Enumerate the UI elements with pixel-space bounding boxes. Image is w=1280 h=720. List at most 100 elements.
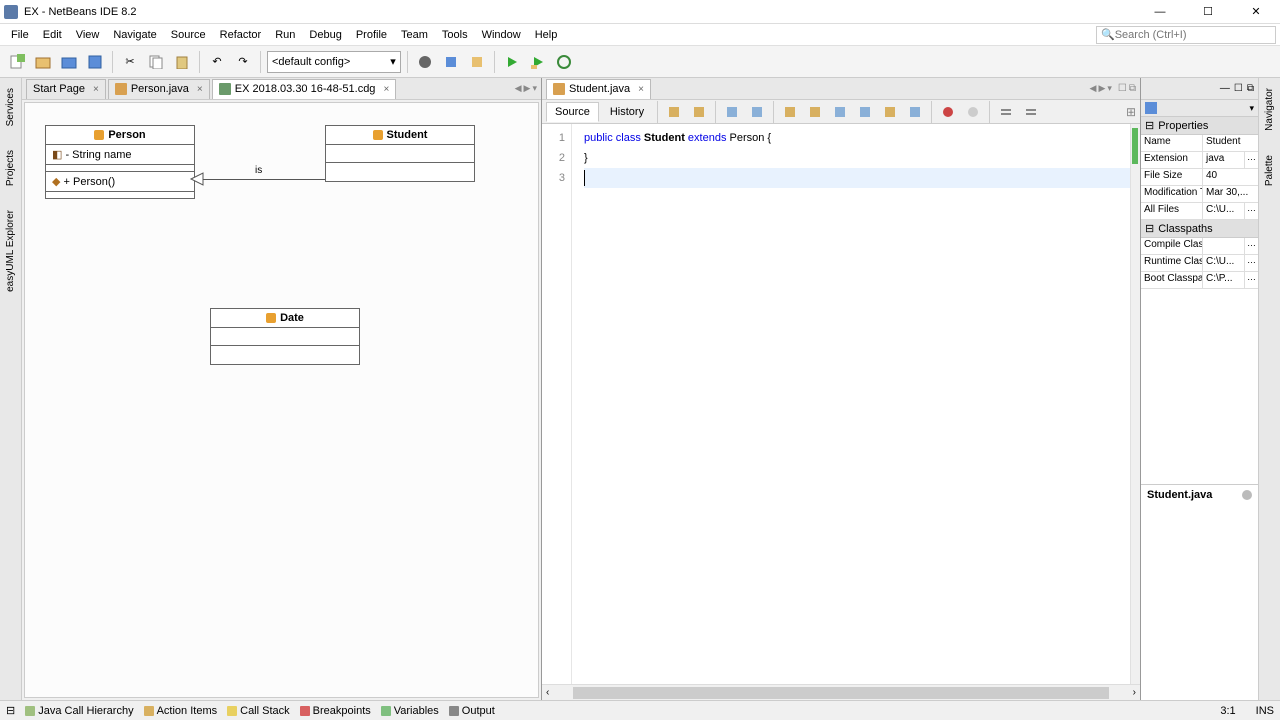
panel-close-icon[interactable]: ⧉ [1247, 83, 1254, 94]
dropdown-icon[interactable]: ▾ [1249, 103, 1254, 114]
menu-edit[interactable]: Edit [36, 27, 69, 43]
run-button[interactable] [501, 51, 523, 73]
menu-team[interactable]: Team [394, 27, 435, 43]
panel-dock-icon[interactable]: ☐ [1234, 83, 1243, 94]
sidebar-tab-palette[interactable]: Palette [1262, 149, 1277, 192]
menu-source[interactable]: Source [164, 27, 213, 43]
status-call-hierarchy[interactable]: Java Call Hierarchy [25, 705, 133, 717]
editor-tool-6[interactable] [804, 101, 826, 123]
tab-close-icon[interactable]: × [93, 84, 99, 95]
code-editor[interactable]: 1 2 3 public class Student extends Perso… [542, 124, 1140, 684]
status-breakpoints[interactable]: Breakpoints [300, 705, 371, 717]
ellipsis-button[interactable]: … [1244, 272, 1258, 288]
tab-next-icon[interactable]: ▶ [524, 83, 531, 94]
tab-person-java[interactable]: Person.java× [108, 79, 210, 99]
menu-refactor[interactable]: Refactor [213, 27, 269, 43]
prop-row-name[interactable]: NameStudent [1141, 135, 1258, 152]
prop-row-boot[interactable]: Boot ClasspaC:\P...… [1141, 272, 1258, 289]
scroll-right-icon[interactable]: › [1129, 687, 1140, 698]
save-all-button[interactable] [84, 51, 106, 73]
maximize-button[interactable]: ☐ [1188, 2, 1228, 22]
status-output[interactable]: Output [449, 705, 495, 717]
horizontal-scrollbar[interactable]: ‹ › [542, 684, 1140, 700]
stop-macro-button[interactable] [962, 101, 984, 123]
menu-navigate[interactable]: Navigate [106, 27, 163, 43]
prop-row-compile[interactable]: Compile Class… [1141, 238, 1258, 255]
menu-tools[interactable]: Tools [435, 27, 475, 43]
tab-close-icon[interactable]: × [383, 84, 389, 95]
tab-close-icon[interactable]: × [197, 84, 203, 95]
new-file-button[interactable] [6, 51, 28, 73]
tab-start-page[interactable]: Start Page× [26, 79, 106, 99]
tab-close-icon[interactable]: × [638, 84, 644, 95]
editor-tool-3[interactable] [721, 101, 743, 123]
prop-row-modtime[interactable]: Modification TMar 30,... [1141, 186, 1258, 203]
expand-icon[interactable]: ⊞ [1126, 105, 1136, 119]
prop-row-runtime[interactable]: Runtime ClassC:\U...… [1141, 255, 1258, 272]
ellipsis-button[interactable]: … [1244, 255, 1258, 271]
menu-file[interactable]: File [4, 27, 36, 43]
record-macro-button[interactable] [937, 101, 959, 123]
close-button[interactable]: ✕ [1236, 2, 1276, 22]
profile-button[interactable] [553, 51, 575, 73]
prop-row-extension[interactable]: Extensionjava… [1141, 152, 1258, 169]
scroll-thumb[interactable] [573, 687, 1108, 699]
sidebar-tab-projects[interactable]: Projects [3, 144, 18, 192]
status-collapse-icon[interactable]: ⊟ [6, 704, 15, 717]
comment-button[interactable] [995, 101, 1017, 123]
tab-prev-icon[interactable]: ◀ [1090, 83, 1097, 94]
search-input[interactable] [1115, 29, 1271, 41]
editor-tool-5[interactable] [779, 101, 801, 123]
prop-row-filesize[interactable]: File Size40 [1141, 169, 1258, 186]
menu-view[interactable]: View [69, 27, 107, 43]
tab-list-icon[interactable]: ▾ [1107, 83, 1112, 94]
panel-min-icon[interactable]: — [1220, 83, 1230, 94]
sidebar-tab-easyuml[interactable]: easyUML Explorer [3, 204, 18, 298]
uml-class-student[interactable]: Student [325, 125, 475, 182]
cut-button[interactable]: ✂ [119, 51, 141, 73]
minimize-button[interactable]: — [1140, 2, 1180, 22]
editor-tool-8[interactable] [854, 101, 876, 123]
tab-maximize-icon[interactable]: ☐ [1118, 83, 1127, 94]
editor-tool-1[interactable] [663, 101, 685, 123]
uml-diagram-canvas[interactable]: Person ◧ - String name ◆ + Person() Stud… [24, 102, 539, 698]
uml-class-date[interactable]: Date [210, 308, 360, 365]
editor-tool-2[interactable] [688, 101, 710, 123]
tab-cdg[interactable]: EX 2018.03.30 16-48-51.cdg× [212, 79, 397, 99]
tab-student-java[interactable]: Student.java× [546, 79, 651, 99]
new-project-button[interactable] [32, 51, 54, 73]
status-action-items[interactable]: Action Items [144, 705, 218, 717]
menu-run[interactable]: Run [268, 27, 302, 43]
redo-button[interactable]: ↷ [232, 51, 254, 73]
config-combo[interactable]: <default config>▾ [267, 51, 401, 73]
undo-button[interactable]: ↶ [206, 51, 228, 73]
hammer-button[interactable] [466, 51, 488, 73]
prop-row-allfiles[interactable]: All FilesC:\U...… [1141, 203, 1258, 220]
editor-tool-10[interactable] [904, 101, 926, 123]
editor-tool-7[interactable] [829, 101, 851, 123]
editor-tool-9[interactable] [879, 101, 901, 123]
open-button[interactable] [58, 51, 80, 73]
uml-class-person[interactable]: Person ◧ - String name ◆ + Person() [45, 125, 195, 199]
menu-window[interactable]: Window [475, 27, 528, 43]
editor-tool-4[interactable] [746, 101, 768, 123]
ellipsis-button[interactable]: … [1244, 238, 1258, 254]
search-box[interactable]: 🔍 [1096, 26, 1276, 44]
menu-help[interactable]: Help [528, 27, 565, 43]
error-stripe[interactable] [1130, 124, 1140, 684]
tab-restore-icon[interactable]: ⧉ [1129, 83, 1136, 94]
props-section-classpaths[interactable]: ⊟ Classpaths [1141, 220, 1258, 238]
tab-list-icon[interactable]: ▾ [532, 83, 537, 94]
status-call-stack[interactable]: Call Stack [227, 705, 290, 717]
ellipsis-button[interactable]: … [1244, 152, 1258, 168]
clean-build-button[interactable] [440, 51, 462, 73]
scroll-left-icon[interactable]: ‹ [542, 687, 553, 698]
copy-button[interactable] [145, 51, 167, 73]
uncomment-button[interactable] [1020, 101, 1042, 123]
debug-button[interactable] [527, 51, 549, 73]
sidebar-tab-services[interactable]: Services [3, 82, 18, 132]
paste-button[interactable] [171, 51, 193, 73]
ellipsis-button[interactable]: … [1244, 203, 1258, 219]
menu-debug[interactable]: Debug [302, 27, 348, 43]
sidebar-tab-navigator[interactable]: Navigator [1262, 82, 1277, 137]
